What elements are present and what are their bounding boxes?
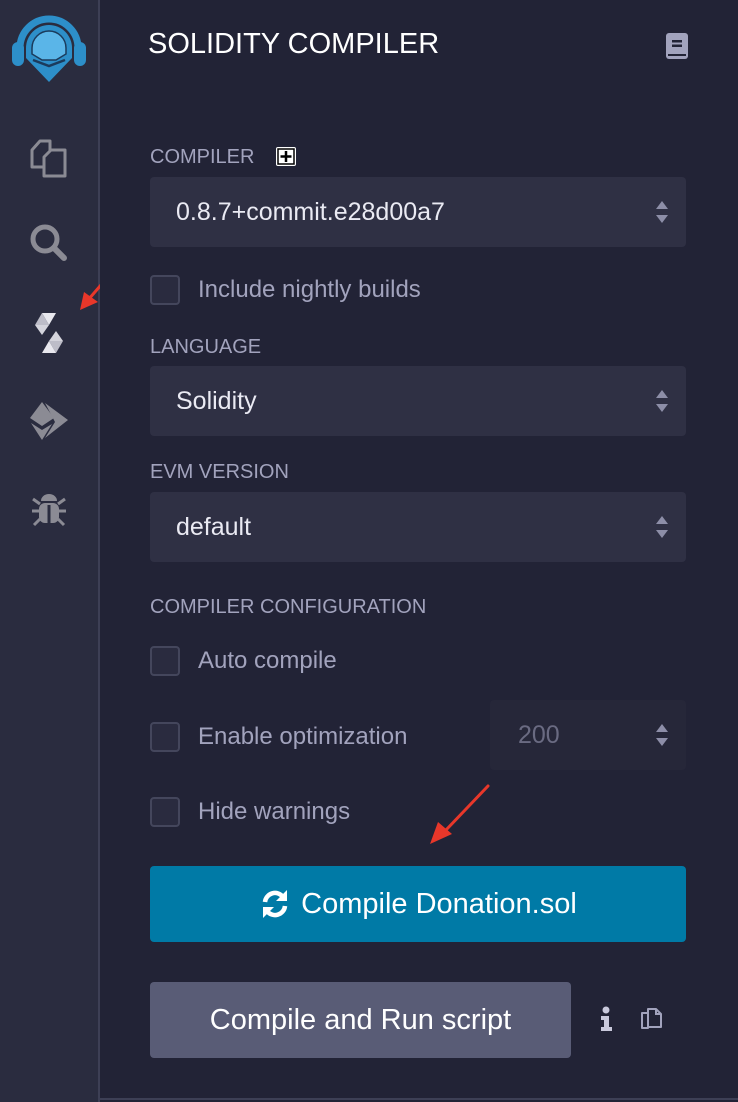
compile-button-label: Compile Donation.sol	[301, 887, 577, 920]
refresh-icon	[262, 890, 288, 918]
optimization-runs-value: 200	[518, 720, 560, 749]
evm-version-value: default	[176, 512, 252, 541]
remix-logo-icon[interactable]	[6, 4, 92, 90]
hide-warnings-checkbox[interactable]	[150, 797, 180, 827]
compile-and-run-label: Compile and Run script	[209, 1003, 512, 1036]
copy-icon[interactable]	[639, 1006, 663, 1032]
select-arrows-icon	[656, 390, 668, 412]
language-select[interactable]: Solidity	[150, 366, 686, 436]
compiler-label: COMPILER	[150, 146, 255, 168]
language-label: LANGUAGE	[150, 336, 262, 358]
auto-compile-label: Auto compile	[198, 647, 337, 674]
enable-optimization-label: Enable optimization	[198, 723, 408, 750]
divider	[100, 1098, 738, 1100]
language-value: Solidity	[176, 386, 257, 415]
solidity-icon[interactable]	[24, 308, 74, 358]
nightly-builds-checkbox[interactable]	[150, 275, 180, 305]
book-icon[interactable]	[665, 32, 689, 60]
evm-version-select[interactable]: default	[150, 492, 686, 562]
auto-compile-checkbox[interactable]	[150, 646, 180, 676]
enable-optimization-row[interactable]: Enable optimization	[150, 721, 407, 753]
compiler-configuration-label: COMPILER CONFIGURATION	[150, 596, 427, 618]
select-arrows-icon	[656, 201, 668, 223]
annotation-arrow-icon	[430, 784, 490, 844]
plus-square-icon[interactable]	[275, 146, 297, 168]
stepper-arrows-icon[interactable]	[656, 723, 668, 747]
compiler-version-select[interactable]: 0.8.7+commit.e28d00a7	[150, 177, 686, 247]
nightly-builds-row[interactable]: Include nightly builds	[150, 274, 421, 306]
auto-compile-row[interactable]: Auto compile	[150, 645, 337, 677]
hide-warnings-label: Hide warnings	[198, 798, 351, 825]
solidity-compiler-panel: SOLIDITY COMPILER COMPILER 0.8.7+commit.…	[100, 0, 738, 1102]
compiler-version-value: 0.8.7+commit.e28d00a7	[176, 197, 445, 226]
info-icon[interactable]	[599, 1006, 613, 1032]
select-arrows-icon	[656, 516, 668, 538]
compile-and-run-button[interactable]: Compile and Run script	[150, 982, 571, 1058]
enable-optimization-checkbox[interactable]	[150, 722, 180, 752]
panel-title: SOLIDITY COMPILER	[148, 28, 440, 60]
remix-ide: SOLIDITY COMPILER COMPILER 0.8.7+commit.…	[0, 0, 738, 1102]
nightly-builds-label: Include nightly builds	[198, 276, 421, 303]
files-icon[interactable]	[24, 132, 74, 182]
optimization-runs-input[interactable]: 200	[490, 700, 686, 770]
evm-version-label: EVM VERSION	[150, 461, 289, 483]
compile-button[interactable]: Compile Donation.sol	[150, 866, 686, 942]
icon-bar	[0, 0, 100, 1102]
hide-warnings-row[interactable]: Hide warnings	[150, 796, 350, 828]
ethereum-icon[interactable]	[24, 396, 74, 446]
bug-icon[interactable]	[24, 484, 74, 534]
search-icon[interactable]	[24, 218, 74, 268]
